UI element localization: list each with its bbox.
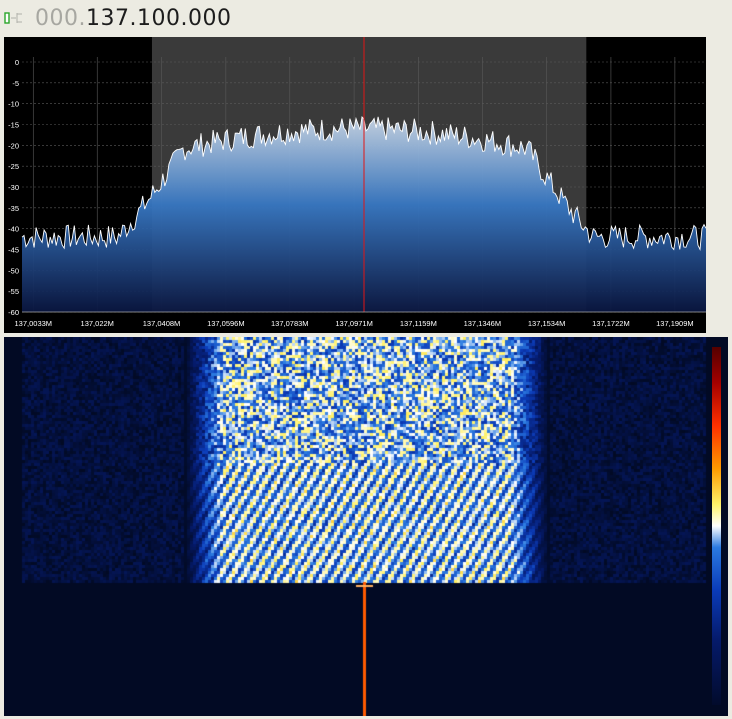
y-tick-label: 0	[15, 58, 19, 67]
waterfall-color-legend	[712, 347, 721, 705]
x-tick-label: 137,1534M	[528, 319, 566, 328]
x-tick-label: 137,1346M	[464, 319, 502, 328]
x-tick-label: 137,0033M	[15, 319, 53, 328]
y-tick-label: -50	[8, 266, 19, 275]
y-tick-label: -20	[8, 141, 19, 150]
x-tick-label: 137,1722M	[592, 319, 630, 328]
y-tick-label: -30	[8, 183, 19, 192]
x-tick-label: 137,022M	[81, 319, 114, 328]
y-tick-label: -10	[8, 100, 19, 109]
frequency-display[interactable]: 000.137.100.000	[35, 4, 231, 34]
x-tick-label: 137,0408M	[143, 319, 181, 328]
y-tick-label: -35	[8, 204, 19, 213]
x-tick-label: 137,0783M	[271, 319, 309, 328]
x-tick-label: 137,0971M	[335, 319, 373, 328]
y-tick-label: -15	[8, 121, 19, 130]
waterfall-display[interactable]	[4, 337, 728, 716]
y-tick-label: -45	[8, 246, 19, 255]
x-tick-label: 137,0596M	[207, 319, 245, 328]
waterfall-canvas[interactable]	[4, 337, 710, 716]
y-tick-label: -5	[12, 79, 19, 88]
y-tick-label: -40	[8, 225, 19, 234]
spectrum-analyzer[interactable]: 0 -5 -10 -15 -20 -25 -30 -35 -40 -45 -50 -55 -60 137,…	[4, 37, 706, 333]
frequency-digits[interactable]: 137.100.000	[86, 6, 231, 31]
x-tick-label: 137,1159M	[400, 319, 437, 328]
vfo-tuner-icon[interactable]	[4, 10, 24, 26]
spectrum-chart[interactable]: 0 -5 -10 -15 -20 -25 -30 -35 -40 -45 -50 -55 -60 137,…	[4, 37, 706, 333]
frequency-leading-digits[interactable]: 000.	[35, 6, 86, 31]
frequency-bar: 000.137.100.000	[0, 0, 732, 36]
y-tick-label: -55	[8, 287, 19, 296]
x-tick-label: 137,1909M	[656, 319, 694, 328]
y-tick-label: -60	[8, 308, 19, 317]
y-tick-label: -25	[8, 162, 19, 171]
